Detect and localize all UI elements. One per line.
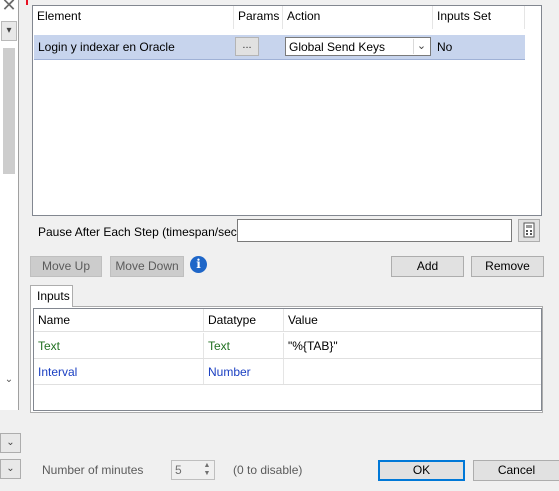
close-icon[interactable]: ✕ <box>1 0 17 14</box>
minutes-value: 5 <box>175 463 182 477</box>
column-header-action[interactable]: Action <box>283 6 433 29</box>
info-icon[interactable]: i <box>190 256 207 273</box>
chevron-down-icon[interactable]: ▾ <box>1 21 17 41</box>
input-value-cell[interactable]: "%{TAB}" <box>284 333 541 358</box>
input-value-cell[interactable] <box>284 359 541 384</box>
column-header-datatype[interactable]: Datatype <box>204 309 284 331</box>
steps-grid[interactable]: Element Params Action Inputs Set Login y… <box>32 5 542 216</box>
minutes-label: Number of minutes <box>42 463 144 477</box>
input-datatype-cell[interactable]: Number <box>204 359 284 384</box>
input-name-cell[interactable]: Text <box>34 333 204 358</box>
column-header-name[interactable]: Name <box>34 309 204 331</box>
column-header-value[interactable]: Value <box>284 309 541 331</box>
table-row[interactable]: Text Text "%{TAB}" <box>34 333 541 359</box>
chevron-down-icon[interactable]: ⌄ <box>1 372 17 388</box>
inputs-grid[interactable]: Name Datatype Value Text Text "%{TAB}" I… <box>33 308 542 411</box>
action-dropdown[interactable]: Global Send Keys ⌄ <box>285 37 431 56</box>
input-name-cell[interactable]: Interval <box>34 359 204 384</box>
scrollbar-thumb[interactable] <box>3 48 15 174</box>
pause-label: Pause After Each Step (timespan/secs) <box>38 225 247 239</box>
minutes-stepper[interactable]: 5 ▲ ▼ <box>171 460 215 480</box>
stepper-arrows-icon[interactable]: ▲ ▼ <box>201 462 213 478</box>
inputs-set-cell[interactable]: No <box>433 35 525 59</box>
remove-button[interactable]: Remove <box>471 256 544 277</box>
action-value: Global Send Keys <box>289 40 386 54</box>
input-datatype-cell[interactable]: Text <box>204 333 284 358</box>
dropdown-toggle[interactable]: ⌄ <box>0 459 21 479</box>
table-row[interactable]: Interval Number <box>34 359 541 385</box>
add-button[interactable]: Add <box>391 256 464 277</box>
disable-hint: (0 to disable) <box>233 463 303 477</box>
calculator-icon <box>523 222 535 238</box>
calculator-button[interactable] <box>518 219 540 242</box>
column-header-params[interactable]: Params <box>234 6 283 29</box>
params-button[interactable]: ... <box>235 37 259 56</box>
column-header-inputs-set[interactable]: Inputs Set <box>433 6 525 29</box>
tab-inputs[interactable]: Inputs <box>30 285 73 307</box>
cancel-button[interactable]: Cancel <box>473 460 559 481</box>
ok-button[interactable]: OK <box>378 460 465 481</box>
move-down-button[interactable]: Move Down <box>110 256 184 277</box>
pause-input[interactable] <box>237 219 512 242</box>
element-cell[interactable]: Login y indexar en Oracle <box>34 35 233 59</box>
column-header-element[interactable]: Element <box>33 6 234 29</box>
row-divider <box>34 59 525 60</box>
chevron-down-icon[interactable]: ⌄ <box>413 39 429 54</box>
dropdown-toggle[interactable]: ⌄ <box>0 433 21 453</box>
required-marker <box>26 0 28 5</box>
move-up-button[interactable]: Move Up <box>30 256 102 277</box>
